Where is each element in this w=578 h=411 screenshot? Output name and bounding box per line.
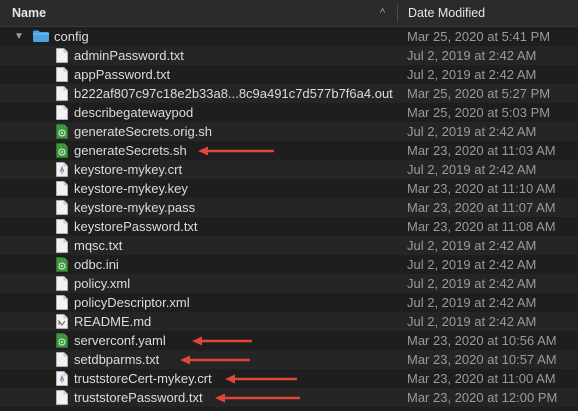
file-row[interactable]: generateSecrets.sh Mar 23, 2020 at 11:03 … [0,141,578,160]
file-date-modified: Jul 2, 2019 at 2:42 AM [407,162,537,177]
text-file-icon [56,67,68,82]
certificate-file-icon [56,162,68,177]
file-row[interactable]: policyDescriptor.xml Jul 2, 2019 at 2:42 … [0,293,578,312]
script-file-icon [56,333,68,348]
file-row[interactable]: adminPassword.txt Jul 2, 2019 at 2:42 AM [0,46,578,65]
file-date-modified: Mar 23, 2020 at 10:57 AM [407,352,557,367]
file-row[interactable]: describegatewaypod Mar 25, 2020 at 5:03 P… [0,103,578,122]
text-file-icon [56,390,68,405]
sort-ascending-icon[interactable]: ^ [380,0,385,26]
file-date-modified: Mar 23, 2020 at 11:08 AM [407,219,556,234]
text-file-icon [56,181,68,196]
file-date-modified: Mar 23, 2020 at 11:07 AM [407,200,556,215]
disclosure-triangle-icon[interactable]: ▼ [14,27,24,46]
annotation-arrow-icon [198,146,274,156]
text-file-icon [56,48,68,63]
text-file-icon [56,352,68,367]
annotation-arrow-icon [225,374,297,384]
file-name: policyDescriptor.xml [74,295,190,310]
file-date-modified: Mar 23, 2020 at 12:00 PM [407,390,558,405]
file-name: keystore-mykey.pass [74,200,196,215]
folder-row-config[interactable]: ▼ config Mar 25, 2020 at 5:41 PM [0,27,578,46]
annotation-arrow-icon [192,336,252,346]
script-file-icon [56,257,68,272]
markdown-file-icon [56,314,68,329]
file-name: b222af807c97c18e2b33a8...8c9a491c7d577b7… [74,86,393,101]
certificate-file-icon [56,371,68,386]
file-date-modified: Mar 25, 2020 at 5:03 PM [407,105,551,120]
file-name: generateSecrets.sh [74,143,187,158]
text-file-icon [56,200,68,215]
text-file-icon [56,86,68,101]
file-row[interactable]: b222af807c97c18e2b33a8...8c9a491c7d577b7… [0,84,578,103]
file-row[interactable]: keystore-mykey.key Mar 23, 2020 at 11:10 … [0,179,578,198]
file-name: keystorePassword.txt [74,219,198,234]
file-name: appPassword.txt [74,67,171,82]
file-date-modified: Jul 2, 2019 at 2:42 AM [407,124,537,139]
script-file-icon [56,124,68,139]
text-file-icon [56,295,68,310]
file-row[interactable]: policy.xml Jul 2, 2019 at 2:42 AM [0,274,578,293]
file-name: mqsc.txt [74,238,123,253]
folder-date-modified: Mar 25, 2020 at 5:41 PM [407,29,551,44]
annotation-arrow-icon [215,393,300,403]
file-name: keystore-mykey.crt [74,162,183,177]
text-file-icon [56,276,68,291]
file-name: describegatewaypod [74,105,194,120]
file-name: policy.xml [74,276,131,291]
file-name: serverconf.yaml [74,333,166,348]
annotation-arrow-icon [180,355,250,365]
text-file-icon [56,105,68,120]
folder-icon [33,30,49,42]
file-name: truststoreCert-mykey.crt [74,371,212,386]
column-divider[interactable] [397,4,398,22]
file-date-modified: Mar 23, 2020 at 11:03 AM [407,143,556,158]
file-date-modified: Mar 23, 2020 at 11:00 AM [407,371,556,386]
file-name: adminPassword.txt [74,48,184,63]
file-date-modified: Mar 23, 2020 at 11:10 AM [407,181,556,196]
file-name: README.md [74,314,152,329]
folder-name: config [54,29,89,44]
file-row[interactable]: keystore-mykey.pass Mar 23, 2020 at 11:07… [0,198,578,217]
file-date-modified: Mar 23, 2020 at 10:56 AM [407,333,557,348]
text-file-icon [56,238,68,253]
file-row[interactable]: truststoreCert-mykey.crt Mar 23, 2020 at … [0,369,578,388]
file-date-modified: Jul 2, 2019 at 2:42 AM [407,238,537,253]
text-file-icon [56,219,68,234]
script-file-icon [56,143,68,158]
file-row[interactable]: setdbparms.txt Mar 23, 2020 at 10:57 AM [0,350,578,369]
date-modified-column-header[interactable]: Date Modified [408,0,485,26]
file-date-modified: Jul 2, 2019 at 2:42 AM [407,314,537,329]
file-date-modified: Jul 2, 2019 at 2:42 AM [407,257,537,272]
file-list: ▼ config Mar 25, 2020 at 5:41 PM adminPa… [0,27,578,407]
file-row[interactable]: appPassword.txt Jul 2, 2019 at 2:42 AM [0,65,578,84]
file-date-modified: Jul 2, 2019 at 2:42 AM [407,295,537,310]
file-row[interactable]: truststorePassword.txt Mar 23, 2020 at 12… [0,388,578,407]
file-row[interactable]: keystorePassword.txt Mar 23, 2020 at 11:0… [0,217,578,236]
file-name: generateSecrets.orig.sh [74,124,213,139]
file-date-modified: Mar 25, 2020 at 5:27 PM [407,86,551,101]
file-name: keystore-mykey.key [74,181,188,196]
file-row[interactable]: README.md Jul 2, 2019 at 2:42 AM [0,312,578,331]
name-column-header[interactable]: Name [12,0,46,26]
file-name: setdbparms.txt [74,352,160,367]
file-row[interactable]: generateSecrets.orig.sh Jul 2, 2019 at 2:… [0,122,578,141]
column-header: Name ^ Date Modified [0,0,578,27]
file-row[interactable]: serverconf.yaml Mar 23, 2020 at 10:56 AM [0,331,578,350]
file-row[interactable]: keystore-mykey.crt Jul 2, 2019 at 2:42 AM [0,160,578,179]
file-name: truststorePassword.txt [74,390,203,405]
file-date-modified: Jul 2, 2019 at 2:42 AM [407,276,537,291]
file-date-modified: Jul 2, 2019 at 2:42 AM [407,67,537,82]
file-row[interactable]: mqsc.txt Jul 2, 2019 at 2:42 AM [0,236,578,255]
file-name: odbc.ini [74,257,119,272]
file-date-modified: Jul 2, 2019 at 2:42 AM [407,48,537,63]
file-row[interactable]: odbc.ini Jul 2, 2019 at 2:42 AM [0,255,578,274]
